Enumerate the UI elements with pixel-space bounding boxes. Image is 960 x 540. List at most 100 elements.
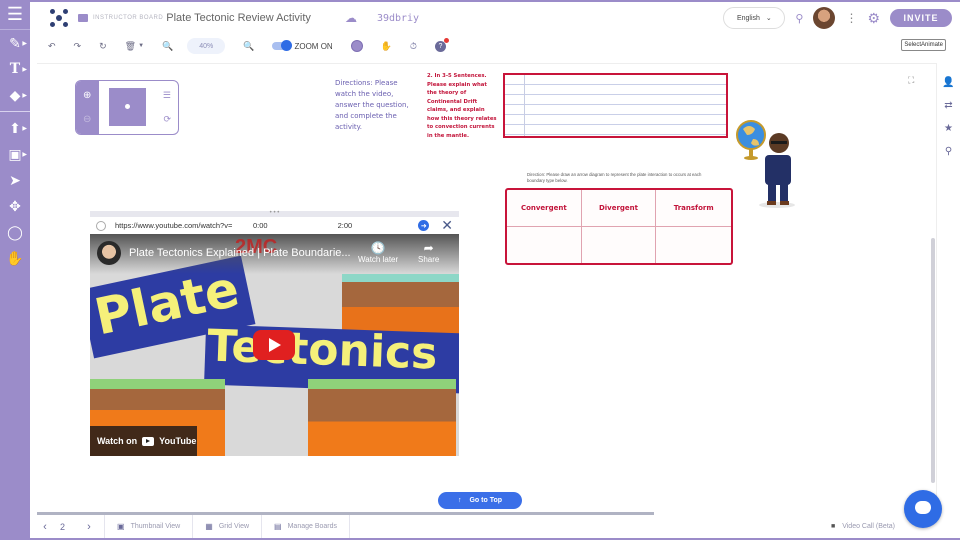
bitmoji-glasses <box>771 141 787 144</box>
watch-on-youtube-button[interactable]: Watch on YouTube <box>90 426 197 456</box>
share-label: Share <box>418 255 440 264</box>
toolbox-tool[interactable]: ▣ ▶ <box>0 141 30 167</box>
color-picker[interactable] <box>350 40 363 52</box>
globe-icon <box>96 220 106 231</box>
bitmoji-leg-right <box>780 183 788 203</box>
channel-avatar[interactable] <box>97 241 121 265</box>
video-call-button[interactable]: ■ Video Call (Beta) <box>831 523 895 530</box>
star-settings-icon[interactable]: ★ <box>937 117 960 140</box>
help-button[interactable]: ? <box>434 37 449 52</box>
teacher-bitmoji-with-globe <box>736 120 795 208</box>
fullscreen-icon[interactable]: ⛶ <box>908 75 914 86</box>
add-circle-icon[interactable]: ⊕ <box>83 90 91 101</box>
toolbar-divider <box>0 111 30 112</box>
widget-preview <box>109 88 146 126</box>
raise-hand-icon[interactable]: ✋ <box>381 41 392 52</box>
prev-page-icon[interactable]: ‹ <box>30 521 60 533</box>
table-cell-convergent[interactable] <box>507 227 582 263</box>
menu-icon[interactable]: ☰ <box>0 0 30 30</box>
shuffle-icon[interactable]: ⇄ <box>937 94 960 117</box>
timer-icon[interactable]: ⏱ <box>410 41 417 52</box>
user-avatar[interactable] <box>813 7 836 29</box>
table-header-convergent: Convergent <box>507 190 582 227</box>
redo-icon[interactable]: ↷ <box>74 41 82 52</box>
remove-circle-icon[interactable]: ⊖ <box>83 114 91 125</box>
question-text: 2. In 3-5 Sentences. Please explain what… <box>427 73 497 139</box>
more-options-icon[interactable]: ⋮ <box>845 11 857 25</box>
video-url-input[interactable]: https://www.youtube.com/watch?v= <box>115 221 243 230</box>
lasso-tool[interactable]: ◯ <box>0 219 30 245</box>
chat-support-button[interactable] <box>904 490 942 528</box>
select-animate-button[interactable]: SelectAnimate <box>901 39 946 51</box>
zoom-level[interactable]: 40% <box>187 38 226 54</box>
bottom-bar: ‹ 2 › ▣ Thumbnail View ▦ Grid View ▤ Manage… <box>30 515 960 540</box>
page-number: 2 <box>60 521 66 532</box>
thumbnail-view-button[interactable]: ▣ Thumbnail View <box>104 515 192 538</box>
search-icon[interactable]: ⚲ <box>937 140 960 163</box>
grid-view-label: Grid View <box>218 523 250 530</box>
zoom-out-icon[interactable]: 🔍 <box>162 41 173 52</box>
manage-boards-button[interactable]: ▤ Manage Boards <box>261 515 351 538</box>
table-header-transform: Transform <box>656 190 731 227</box>
watch-on-label: Watch on <box>97 436 138 446</box>
help-icon: ? <box>434 37 449 52</box>
grid-icon: ▦ <box>205 522 213 531</box>
upload-tool[interactable]: ⬆ ▶ <box>0 115 30 141</box>
pointer-tool[interactable]: ➤ <box>0 167 30 193</box>
vertical-scrollbar[interactable] <box>931 238 935 483</box>
cloud-upload-icon[interactable]: ☁ <box>345 11 357 25</box>
youtube-player[interactable]: Plate Tectonics 2MC Plate Tectonics Expl… <box>90 234 459 456</box>
video-title[interactable]: Plate Tectonics Explained | Plate Bounda… <box>129 247 351 259</box>
watch-later-label: Watch later <box>358 255 399 264</box>
participants-icon[interactable]: 👤 <box>937 71 960 94</box>
diagram-direction-text: Direction: Please draw an arrow diagram … <box>527 172 702 183</box>
table-cell-divergent[interactable] <box>582 227 657 263</box>
hand-icon: ✋ <box>6 249 24 266</box>
right-rail: 👤 ⇄ ★ ⚲ <box>936 63 960 513</box>
page-widget[interactable]: ⊕ ⊖ ☰ ⟳ <box>75 80 179 135</box>
delete-dropdown[interactable]: 🗑 ▼ <box>125 41 144 52</box>
text-tool[interactable]: T ▶ <box>0 56 30 82</box>
caret-right-icon: ▶ <box>22 40 27 47</box>
video-end-time[interactable]: 2:00 <box>338 221 353 230</box>
close-icon[interactable]: ✕ <box>441 217 453 234</box>
invite-button[interactable]: INVITE <box>890 9 952 27</box>
undo-icon[interactable]: ↶ <box>48 41 56 52</box>
grid-view-button[interactable]: ▦ Grid View <box>192 515 261 538</box>
list-icon[interactable]: ☰ <box>163 90 171 101</box>
toggle-switch <box>272 40 293 51</box>
zoom-toggle-label: ZOOM ON <box>294 41 333 51</box>
user-pin-icon[interactable]: ⚲ <box>795 12 803 25</box>
next-page-icon[interactable]: › <box>74 521 104 533</box>
thumbnail-word-tectonics: Tectonics <box>206 320 439 380</box>
zoom-in-icon[interactable]: 🔍 <box>243 41 254 52</box>
board-title[interactable]: Plate Tectonic Review Activity <box>166 12 311 24</box>
move-icon: ✥ <box>9 197 21 214</box>
video-embed[interactable]: • • • https://www.youtube.com/watch?v= 0… <box>90 210 459 456</box>
share-button[interactable]: ➦ Share <box>418 241 439 264</box>
eraser-tool[interactable]: ◆ ▶ <box>0 82 30 108</box>
board-icon <box>78 14 88 22</box>
zoom-toggle[interactable]: ZOOM ON <box>272 40 333 51</box>
pointer-icon: ➤ <box>9 171 21 188</box>
table-cell-transform[interactable] <box>656 227 731 263</box>
video-start-time[interactable]: 0:00 <box>253 221 268 230</box>
refresh-icon[interactable]: ↻ <box>99 41 107 52</box>
eraser-icon: ◆ <box>9 86 21 103</box>
sync-icon[interactable]: ⟳ <box>163 114 171 125</box>
briefcase-icon: ▣ <box>8 145 22 162</box>
answer-lined-box[interactable] <box>503 73 728 138</box>
app-logo[interactable] <box>50 9 68 27</box>
move-tool[interactable]: ✥ <box>0 193 30 219</box>
go-to-top-button[interactable]: ↑ Go to Top <box>438 492 522 509</box>
boards-icon: ▤ <box>274 522 282 531</box>
settings-gear-icon[interactable]: ⚙ <box>867 10 880 27</box>
caret-right-icon: ▶ <box>22 66 27 73</box>
watch-later-button[interactable]: 🕓 Watch later <box>358 241 398 264</box>
youtube-play-button[interactable] <box>253 330 295 360</box>
clock-icon: 🕓 <box>370 241 386 255</box>
go-arrow-button[interactable]: ➜ <box>418 220 430 231</box>
pen-tool[interactable]: ✎ ▶ <box>0 30 30 56</box>
language-select[interactable]: English ⌄ <box>723 7 786 29</box>
hand-tool[interactable]: ✋ <box>0 245 30 271</box>
